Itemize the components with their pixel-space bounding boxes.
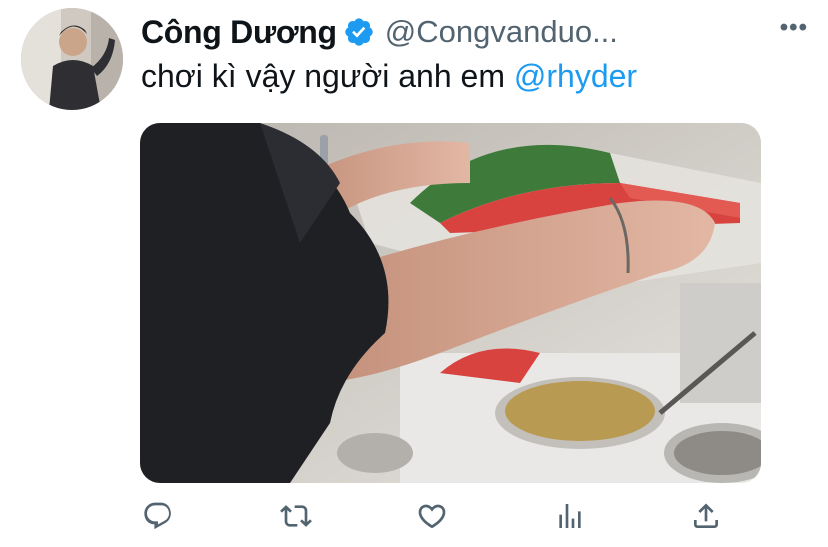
avatar-photo xyxy=(21,8,123,110)
avatar[interactable] xyxy=(21,8,123,110)
share-icon xyxy=(694,503,718,528)
verified-badge-icon xyxy=(345,18,373,46)
analytics-icon xyxy=(559,504,581,528)
retweet-button[interactable] xyxy=(278,498,314,534)
like-icon xyxy=(418,504,446,529)
tweet-text: chơi kì vậy người anh em @rhyder xyxy=(141,58,637,95)
reply-icon xyxy=(144,502,171,530)
tweet-header: Công Dương @Congvanduo... ••• xyxy=(141,10,808,54)
like-button[interactable] xyxy=(414,498,450,534)
video-frame xyxy=(140,123,761,483)
tweet-actions xyxy=(140,498,740,538)
more-options-icon[interactable]: ••• xyxy=(780,14,808,42)
tweet-text-body: chơi kì vậy người anh em xyxy=(141,58,514,94)
tweet-media[interactable] xyxy=(140,123,761,483)
analytics-button[interactable] xyxy=(552,498,588,534)
display-name[interactable]: Công Dương xyxy=(141,14,337,51)
retweet-icon xyxy=(280,505,312,527)
share-button[interactable] xyxy=(688,498,724,534)
mention-link[interactable]: @rhyder xyxy=(514,58,637,94)
reply-button[interactable] xyxy=(140,498,176,534)
author-handle[interactable]: @Congvanduo... xyxy=(385,14,618,50)
